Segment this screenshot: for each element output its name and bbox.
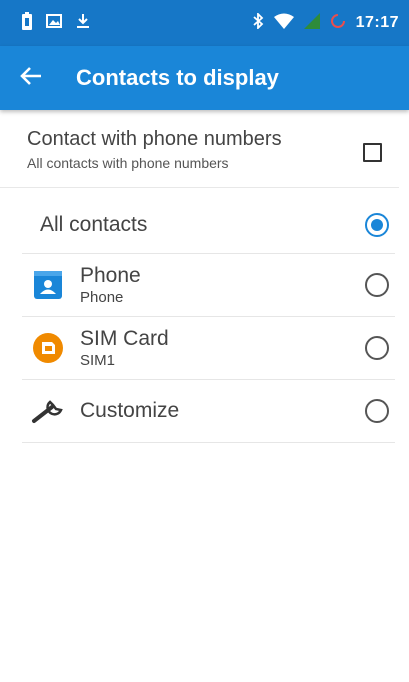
radio-phone[interactable] (365, 273, 389, 297)
page-title: Contacts to display (76, 65, 279, 90)
option-text: Phone Phone (80, 264, 141, 306)
wrench-icon (30, 393, 66, 429)
image-icon (46, 13, 62, 33)
battery-saver-icon (22, 11, 32, 35)
option-subtitle: SIM1 (80, 352, 116, 369)
option-text: SIM Card SIM1 (80, 327, 169, 369)
phone-filter-title: Contact with phone numbers (27, 128, 282, 150)
option-customize[interactable]: Customize (22, 380, 395, 443)
sync-icon (330, 13, 346, 34)
option-title: Customize (80, 399, 180, 422)
signal-icon (303, 12, 320, 34)
radio-sim-card[interactable] (365, 336, 389, 360)
option-title: Phone (80, 264, 141, 287)
status-icons-left (22, 11, 90, 35)
radio-customize[interactable] (365, 399, 389, 423)
status-time: 17:17 (355, 14, 399, 31)
contacts-filter-list: Contact with phone numbers All contacts … (0, 110, 409, 443)
option-title: SIM Card (80, 327, 169, 350)
option-title: All contacts (40, 212, 148, 236)
wifi-icon (273, 13, 294, 34)
phone-numbers-filter-row[interactable]: Contact with phone numbers All contacts … (0, 110, 399, 188)
option-phone[interactable]: Phone Phone (22, 254, 395, 317)
arrow-back-icon (20, 66, 42, 91)
option-subtitle: Phone (80, 289, 124, 306)
download-icon (76, 13, 90, 34)
option-sim-card[interactable]: SIM Card SIM1 (22, 317, 395, 380)
sim-card-icon (30, 330, 66, 366)
option-text: Customize (80, 399, 179, 423)
phone-filter-subtitle: All contacts with phone numbers (27, 155, 229, 171)
status-icons-right: 17:17 (252, 11, 399, 34)
radio-all-contacts[interactable] (365, 212, 389, 237)
app-bar: Contacts to display (0, 46, 409, 110)
phone-account-icon (30, 267, 66, 303)
bluetooth-icon (252, 11, 264, 34)
option-all-contacts[interactable]: All contacts (22, 196, 395, 254)
phone-numbers-checkbox[interactable] (363, 143, 382, 162)
status-bar: 17:17 (0, 0, 409, 46)
back-button[interactable] (0, 46, 62, 110)
